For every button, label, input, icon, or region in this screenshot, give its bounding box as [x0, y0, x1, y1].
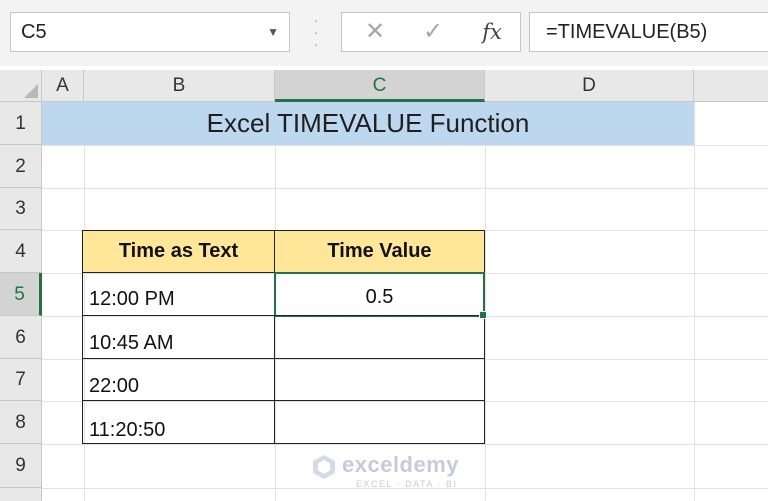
row-header-3[interactable]: 3	[0, 188, 42, 230]
watermark-name: exceldemy	[342, 452, 460, 477]
gridline	[42, 188, 768, 189]
row-header-8[interactable]: 8	[0, 401, 42, 444]
select-all-corner[interactable]	[0, 70, 42, 102]
fill-handle[interactable]	[479, 311, 487, 319]
table-header-time-as-text[interactable]: Time as Text	[82, 230, 275, 273]
column-header-b[interactable]: B	[84, 70, 275, 102]
table-header-time-value[interactable]: Time Value	[274, 230, 485, 273]
column-header-c[interactable]: C	[275, 70, 485, 102]
table-cell-text[interactable]: 12:00 PM	[82, 272, 275, 316]
row-header-2[interactable]: 2	[0, 145, 42, 188]
sheet-title[interactable]: Excel TIMEVALUE Function	[42, 102, 694, 145]
row-header-7[interactable]: 7	[0, 359, 42, 401]
spreadsheet-grid: A B C D 1 2 3 4 5 6 7 8 9 Excel TIMEVALU…	[0, 0, 768, 501]
column-header-d[interactable]: D	[485, 70, 694, 102]
gridline	[485, 102, 486, 501]
active-cell-c5[interactable]: 0.5	[274, 272, 485, 317]
gridline	[42, 145, 768, 146]
table-cell-value[interactable]	[274, 315, 485, 359]
column-header-a[interactable]: A	[42, 70, 84, 102]
table-cell-text[interactable]: 22:00	[82, 358, 275, 401]
table-cell-text[interactable]: 11:20:50	[82, 400, 275, 444]
watermark-tagline: EXCEL · DATA · BI	[356, 479, 458, 489]
table-cell-text[interactable]: 10:45 AM	[82, 315, 275, 359]
row-header-6[interactable]: 6	[0, 316, 42, 359]
exceldemy-watermark: exceldemy EXCEL · DATA · BI	[312, 452, 472, 492]
column-header-e[interactable]	[694, 70, 768, 102]
row-header-5[interactable]: 5	[0, 273, 42, 316]
row-header-9[interactable]: 9	[0, 444, 42, 488]
table-cell-value[interactable]	[274, 400, 485, 444]
row-header-1[interactable]: 1	[0, 102, 42, 145]
gridline	[694, 102, 695, 501]
exceldemy-logo-icon	[313, 455, 335, 479]
row-header-4[interactable]: 4	[0, 230, 42, 273]
table-cell-value[interactable]	[274, 358, 485, 401]
row-header-10[interactable]	[0, 488, 42, 501]
